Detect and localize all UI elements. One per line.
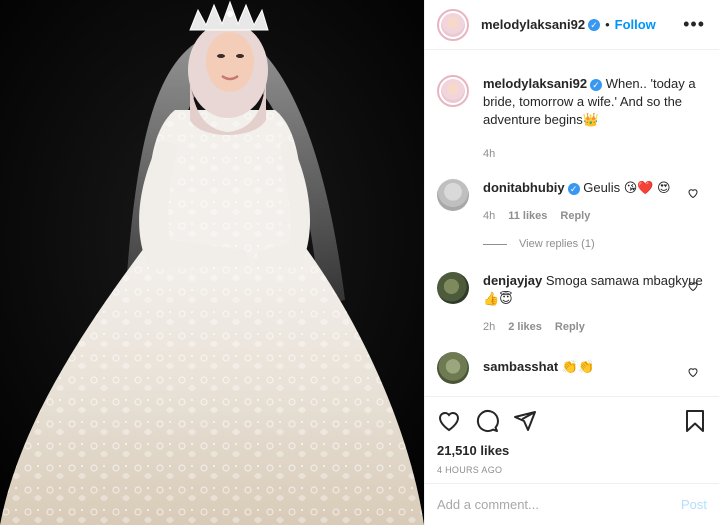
author-avatar[interactable] (437, 8, 469, 41)
heart-icon[interactable] (437, 409, 461, 433)
comment-likes[interactable]: 11 likes (508, 207, 547, 225)
commenter-username[interactable]: sambasshat (483, 359, 558, 374)
view-replies-line (483, 243, 507, 245)
commenter-avatar[interactable] (437, 179, 469, 211)
post-timestamp[interactable]: 4 HOURS AGO (437, 465, 707, 475)
post-actions: 21,510 likes 4 HOURS AGO (425, 396, 719, 475)
commenter-avatar[interactable] (437, 272, 469, 304)
caption-username[interactable]: melodylaksani92 (483, 76, 587, 91)
post-comment-button[interactable]: Post (681, 497, 707, 512)
commenter-username[interactable]: denjayjay (483, 273, 542, 288)
verified-badge-icon: ✓ (590, 78, 603, 91)
caption-time[interactable]: 4h (483, 145, 495, 163)
comment-time[interactable]: 2h (483, 318, 495, 336)
add-comment-bar: Post (425, 483, 719, 525)
post-photo[interactable] (0, 0, 424, 525)
comment-like-heart-icon[interactable] (687, 280, 699, 292)
reply-button[interactable]: Reply (555, 318, 585, 336)
comment-like-heart-icon[interactable] (687, 187, 699, 199)
comment-row: denjayjay Smoga samawa mbagkyue👍😇 2h 2 l… (437, 272, 707, 336)
comment-like-heart-icon[interactable] (687, 366, 699, 378)
follow-button[interactable]: Follow (615, 17, 656, 32)
view-replies-label: View replies (1) (519, 238, 595, 250)
post-side-panel: melodylaksani92 ✓ • Follow ••• melodylak… (424, 0, 719, 525)
reply-button[interactable]: Reply (560, 207, 590, 225)
caption-avatar[interactable] (437, 75, 469, 107)
bride-photo-image (0, 0, 424, 525)
bookmark-icon[interactable] (683, 409, 707, 433)
separator-dot: • (605, 17, 610, 32)
add-comment-input[interactable] (437, 497, 681, 512)
commenter-avatar[interactable] (437, 352, 469, 384)
comments-list[interactable]: melodylaksani92 ✓ When.. 'today a bride, … (425, 51, 719, 395)
commenter-username[interactable]: donitabhubiy (483, 180, 565, 195)
verified-badge-icon: ✓ (588, 18, 601, 31)
comment-text: 👏👏 (561, 359, 595, 374)
comment-row: sambasshat 👏👏 (437, 352, 707, 384)
comment-time[interactable]: 4h (483, 207, 495, 225)
caption-row: melodylaksani92 ✓ When.. 'today a bride, … (437, 75, 707, 163)
comment-icon[interactable] (475, 409, 499, 433)
share-icon[interactable] (513, 409, 537, 433)
likes-count[interactable]: 21,510 likes (437, 443, 707, 458)
comment-row: donitabhubiy ✓ Geulis 😘❤️ 😍 4h 11 likes R… (437, 179, 707, 225)
post-header: melodylaksani92 ✓ • Follow ••• (425, 0, 719, 50)
comment-text: Geulis 😘❤️ 😍 (583, 180, 671, 195)
comment-likes[interactable]: 2 likes (508, 318, 542, 336)
author-username[interactable]: melodylaksani92 (481, 17, 585, 32)
more-options-icon[interactable]: ••• (683, 14, 705, 35)
view-replies-button[interactable]: View replies (1) (483, 238, 707, 250)
verified-badge-icon: ✓ (567, 182, 580, 195)
